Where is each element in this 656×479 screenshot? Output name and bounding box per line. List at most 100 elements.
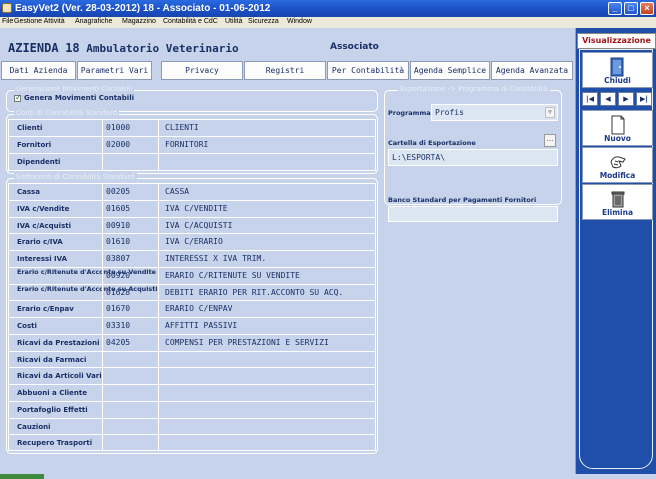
code-field[interactable]	[102, 368, 159, 385]
table-row: Erario c/Ritenute d'Acconto su Acquisti 0…	[9, 284, 375, 302]
code-field[interactable]: 02000	[102, 137, 159, 153]
code-field[interactable]	[102, 154, 159, 170]
menu-sicurezza[interactable]: Sicurezza	[248, 18, 279, 25]
table-row: IVA c/Acquisti 00910 IVA C/ACQUISTI	[9, 217, 375, 235]
table-row: IVA c/Vendite 01605 IVA C/VENDITE	[9, 200, 375, 218]
sottoconti-legend: Sottoconti di Contabilità Standard	[14, 173, 137, 181]
door-icon	[610, 57, 624, 77]
app-icon	[2, 3, 12, 13]
modifica-button[interactable]: Modifica	[582, 147, 653, 183]
desc-field: INTERESSI X IVA TRIM.	[165, 254, 267, 263]
row-label: Ricavi da Farmaci	[17, 355, 87, 364]
row-label: Abbuoni a Cliente	[17, 389, 87, 397]
code-field[interactable]	[102, 435, 159, 452]
title-bar: EasyVet2 (Ver. 28-03-2012) 18 - Associat…	[0, 0, 656, 17]
desc-field	[160, 368, 375, 384]
menu-magazzino[interactable]: Magazzino	[122, 18, 156, 25]
table-row: Recupero Trasporti	[9, 435, 375, 452]
first-record-button[interactable]: |◀	[582, 92, 598, 106]
tab-parametri-vari[interactable]: Parametri Vari	[77, 61, 152, 80]
code-field[interactable]: 01628	[102, 284, 159, 301]
trash-icon	[611, 191, 625, 208]
window-title: EasyVet2 (Ver. 28-03-2012) 18 - Associat…	[15, 3, 271, 14]
code-field[interactable]	[102, 401, 159, 418]
table-row: Erario c/IVA 01610 IVA C/ERARIO	[9, 234, 375, 251]
menu-gestione-attivita[interactable]: Gestione Attività	[14, 18, 65, 25]
row-label: Ricavi da Prestazioni	[17, 338, 100, 347]
status-bar	[0, 474, 656, 479]
desc-field	[160, 385, 375, 401]
maximize-button[interactable]: □	[624, 2, 638, 15]
new-document-icon	[611, 115, 625, 135]
code-field[interactable]: 03310	[102, 318, 159, 334]
row-label: Interessi IVA	[17, 255, 68, 263]
menu-utilita[interactable]: Utilità	[225, 18, 243, 25]
tab-visualizzazione[interactable]: Visualizzazione	[577, 33, 656, 49]
menu-window[interactable]: Window	[287, 18, 312, 25]
code-field[interactable]: 04205	[102, 334, 159, 351]
genera-movimenti-label: Genera Movimenti Contabili	[24, 94, 134, 102]
genera-movimenti-checkbox[interactable]	[14, 93, 22, 102]
azienda-number: 18	[65, 41, 80, 55]
tab-agenda-avanzata[interactable]: Agenda Avanzata	[491, 61, 573, 80]
chevron-down-icon[interactable]: ▼	[545, 107, 555, 118]
code-field[interactable]: 01000	[102, 120, 159, 136]
tab-per-contabilita[interactable]: Per Contabilità	[327, 61, 409, 80]
azienda-label: AZIENDA	[8, 41, 59, 55]
desc-field	[160, 352, 375, 368]
desc-field	[160, 435, 375, 451]
nuovo-label: Nuovo	[604, 134, 631, 143]
close-button[interactable]: ×	[640, 2, 654, 15]
prev-record-button[interactable]: ◀	[600, 92, 616, 106]
code-field[interactable]: 00910	[102, 217, 159, 234]
menu-bar: File Gestione Attività Anagrafiche Magaz…	[0, 17, 656, 28]
azienda-name: Ambulatorio Veterinario	[86, 42, 239, 55]
code-field[interactable]: 00205	[102, 184, 159, 200]
row-label: Erario c/Enpav	[17, 305, 74, 314]
row-label: Dipendenti	[17, 158, 61, 166]
minimize-button[interactable]: _	[608, 2, 622, 15]
menu-file[interactable]: File	[2, 18, 13, 25]
cartella-input[interactable]: L:\ESPORTA\	[388, 149, 558, 166]
tab-registri[interactable]: Registri	[244, 61, 326, 80]
table-row: Ricavi da Farmaci	[9, 351, 375, 369]
chiudi-button[interactable]: Chiudi	[582, 52, 653, 88]
row-label: Cassa	[17, 188, 40, 196]
tab-agenda-semplice[interactable]: Agenda Semplice	[410, 61, 490, 80]
code-field[interactable]: 01610	[102, 234, 159, 251]
menu-contabilita[interactable]: Contabilità e CdC	[163, 18, 218, 25]
table-row: Ricavi da Articoli Vari	[9, 368, 375, 385]
row-label: Recupero Trasporti	[17, 439, 93, 448]
banco-input[interactable]	[388, 206, 558, 222]
code-field[interactable]: 01605	[102, 200, 159, 217]
last-record-button[interactable]: ▶|	[636, 92, 652, 106]
row-label: Fornitori	[17, 141, 52, 149]
desc-field: CLIENTI	[165, 123, 199, 132]
elimina-label: Elimina	[601, 208, 634, 217]
code-field[interactable]: 03807	[102, 251, 159, 267]
programma-select[interactable]: Profis ▼	[431, 104, 558, 121]
desc-field: FORNITORI	[165, 140, 209, 149]
code-field[interactable]	[102, 385, 159, 401]
menu-anagrafiche[interactable]: Anagrafiche	[75, 18, 112, 25]
code-field[interactable]	[102, 418, 159, 435]
code-field[interactable]	[102, 351, 159, 368]
desc-field: IVA C/VENDITE	[165, 203, 228, 213]
code-field[interactable]: 00920	[102, 267, 159, 284]
desc-field: DEBITI ERARIO PER RIT.ACCONTO SU ACQ.	[165, 287, 344, 297]
next-record-button[interactable]: ▶	[618, 92, 634, 106]
tab-privacy[interactable]: Privacy	[161, 61, 243, 80]
nuovo-button[interactable]: Nuovo	[582, 110, 653, 146]
genera-movimenti-checkbox-row[interactable]: Genera Movimenti Contabili	[14, 93, 134, 102]
modifica-label: Modifica	[599, 171, 636, 180]
tab-dati-azienda[interactable]: Dati Azienda	[1, 61, 76, 80]
edit-hand-icon	[610, 156, 626, 169]
table-row: Dipendenti	[9, 154, 375, 171]
gen-movimenti-legend: Generazione Movimenti Contabili	[14, 85, 135, 93]
conti-legend: Conti di Contabilità Standard	[14, 109, 120, 117]
esportazione-legend: Esportazione -> Programma di Contabilità	[398, 85, 550, 93]
code-field[interactable]: 01670	[102, 301, 159, 318]
elimina-button[interactable]: Elimina	[582, 184, 653, 220]
desc-field: ERARIO C/RITENUTE SU VENDITE	[165, 270, 300, 280]
browse-button[interactable]: ...	[544, 134, 556, 147]
